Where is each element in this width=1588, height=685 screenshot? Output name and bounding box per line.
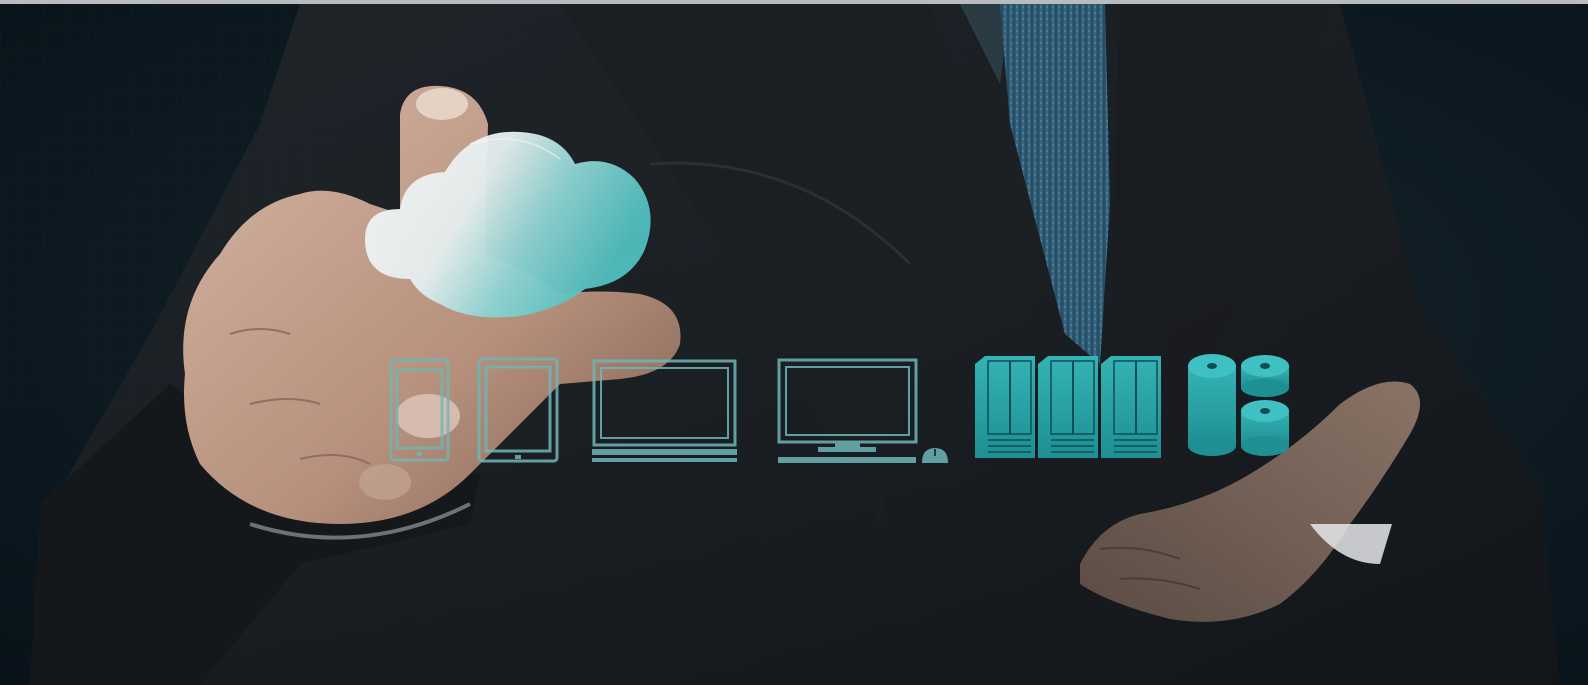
- server-rack-icon: [975, 356, 1161, 458]
- cloud-computing-photo: [0, 4, 1588, 685]
- hero-image: [0, 0, 1588, 685]
